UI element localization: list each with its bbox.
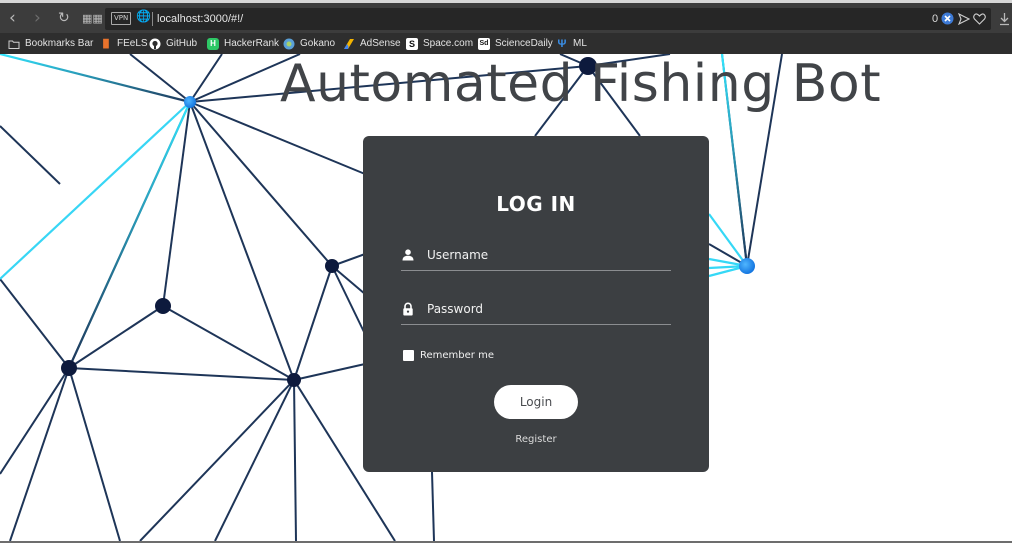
password-input[interactable] [427,298,667,320]
hackerrank-icon: H [207,37,219,50]
lock-icon [403,302,413,316]
address-bar[interactable]: VPN 🌐 localhost:3000/#!/ 0 [105,8,991,30]
username-field[interactable] [401,242,671,271]
bookmark-ml[interactable]: Ψ ML [556,35,587,52]
space-icon: S [406,37,418,50]
bookmark-gokano[interactable]: Gokano [283,35,335,52]
feels-icon: █ [103,39,109,48]
network-node [61,360,77,376]
back-icon[interactable]: ‹ [9,7,16,31]
ml-icon: Ψ [557,37,567,50]
page-title: Automated Fishing Bot [280,54,882,114]
send-icon[interactable] [958,13,970,25]
bookmark-github[interactable]: GitHub [149,35,197,52]
address-separator [152,12,153,26]
bookmark-label: GitHub [166,38,198,49]
login-heading: LOG IN [496,192,576,216]
bookmarks-bar: Bookmarks Bar █ FEeLS GitHub H HackerRan… [0,33,1012,54]
speed-dial-icon[interactable]: ▦▦ [82,8,103,32]
page-viewport: Automated Fishing Bot LOG IN Remember me… [0,54,1012,541]
heart-icon[interactable] [973,13,986,25]
bookmark-sciencedaily[interactable]: Sd ScienceDaily [478,35,553,52]
user-icon [402,249,414,261]
login-card: LOG IN Remember me Login Register [363,136,709,472]
bookmark-label: ScienceDaily [495,38,553,49]
network-node [325,259,339,273]
bookmark-space[interactable]: S Space.com [406,35,473,52]
url-text[interactable]: localhost:3000/#!/ [157,11,243,27]
bookmark-adsense[interactable]: AdSense [343,35,401,52]
reload-icon[interactable]: ↻ [58,7,70,31]
bookmark-label: Space.com [423,38,474,49]
sciencedaily-icon: Sd [478,37,490,50]
network-node [155,298,171,314]
network-node-accent [739,258,755,274]
folder-icon [8,40,20,49]
bookmark-bookmarks-bar[interactable]: Bookmarks Bar [8,35,93,52]
remember-me-checkbox[interactable] [403,350,414,361]
github-icon [149,38,161,49]
bookmark-hackerrank[interactable]: H HackerRank [207,35,279,52]
register-link[interactable]: Register [363,434,709,445]
gokano-icon [283,38,295,49]
globe-icon: 🌐 [136,9,151,23]
vpn-badge[interactable]: VPN [111,12,132,25]
ad-block-count[interactable]: 0 [932,11,938,27]
network-node-accent [184,96,196,108]
password-field[interactable] [401,296,671,325]
forward-icon[interactable]: › [34,7,41,31]
adsense-icon [344,38,354,49]
login-button[interactable]: Login [494,385,578,419]
bookmark-label: ML [573,38,587,49]
network-node [287,373,301,387]
ad-blocker-icon[interactable] [941,12,954,25]
username-input[interactable] [427,244,667,266]
bookmark-label: AdSense [360,38,401,49]
bookmark-label: Bookmarks Bar [25,38,94,49]
bookmark-label: FEeLS [117,38,148,49]
bookmark-label: HackerRank [224,38,280,49]
bookmark-feels[interactable]: █ FEeLS [100,35,148,52]
bookmark-label: Gokano [300,38,336,49]
browser-toolbar: ‹ › ↻ ▦▦ VPN 🌐 localhost:3000/#!/ 0 [0,0,1012,33]
remember-me-label: Remember me [420,350,494,361]
remember-me[interactable]: Remember me [403,350,494,361]
download-icon[interactable] [999,12,1010,26]
